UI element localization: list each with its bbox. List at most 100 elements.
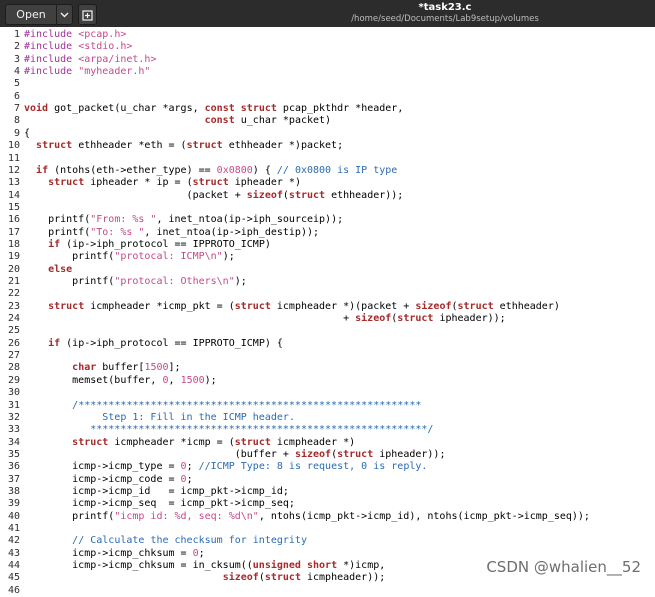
code-line[interactable]: 31 /************************************…: [0, 400, 655, 412]
line-number: 32: [7, 411, 20, 423]
code-text: memset(buffer, 0, 1500);: [24, 374, 217, 386]
code-text: icmp->icmp_id = icmp_pkt->icmp_id;: [24, 485, 289, 497]
code-line[interactable]: 16 printf("From: %s ", inet_ntoa(ip->iph…: [0, 214, 655, 226]
line-number: 29: [7, 374, 20, 386]
code-text: (packet + sizeof(struct ethheader));: [24, 189, 404, 201]
code-line[interactable]: 41: [0, 523, 655, 535]
code-editor[interactable]: 1 #include <pcap.h> 2 #include <stdio.h> 3 #i…: [0, 28, 655, 596]
line-number: 3: [13, 53, 20, 65]
code-line[interactable]: 35 (buffer + sizeof(struct ipheader));: [0, 449, 655, 461]
code-line[interactable]: 6: [0, 91, 655, 103]
code-line[interactable]: 13 struct ipheader * ip = (struct iphead…: [0, 177, 655, 189]
code-text: (buffer + sizeof(struct ipheader));: [24, 448, 446, 460]
code-line[interactable]: 33 *************************************…: [0, 424, 655, 436]
code-line[interactable]: 40 printf("icmp id: %d, seq: %d\n", ntoh…: [0, 511, 655, 523]
code-line[interactable]: 30: [0, 387, 655, 399]
code-line[interactable]: 34 struct icmpheader *icmp = (struct icm…: [0, 437, 655, 449]
code-text: icmp->icmp_chksum = 0;: [24, 547, 205, 559]
line-number: 23: [7, 300, 20, 312]
code-line[interactable]: 21 printf("protocal: Others\n");: [0, 276, 655, 288]
line-number: 11: [7, 152, 20, 164]
code-line[interactable]: 37 icmp->icmp_code = 0;: [0, 474, 655, 486]
line-number: 25: [7, 325, 20, 337]
code-text: #include "myheader.h": [24, 66, 151, 78]
line-number: 13: [7, 177, 20, 189]
line-number: 33: [7, 424, 20, 436]
code-line[interactable]: 42 // Calculate the checksum for integri…: [0, 535, 655, 547]
code-line[interactable]: 3 #include <arpa/inet.h>: [0, 54, 655, 66]
line-number: 12: [7, 164, 20, 176]
code-text: /***************************************…: [72, 399, 422, 411]
line-number: 1: [13, 29, 20, 40]
line-number: 4: [13, 66, 20, 78]
code-line[interactable]: 36 icmp->icmp_type = 0; //ICMP Type: 8 i…: [0, 461, 655, 473]
line-number: 40: [7, 510, 20, 522]
code-line[interactable]: 26 if (ip->iph_protocol == IPPROTO_ICMP)…: [0, 338, 655, 350]
line-number: 2: [13, 41, 20, 53]
line-number: 37: [7, 473, 20, 485]
code-line[interactable]: 9{: [0, 128, 655, 140]
code-text: printf("To: %s ", inet_ntoa(ip->iph_dest…: [24, 226, 320, 238]
line-number: 18: [7, 238, 20, 250]
code-text: void got_packet(u_char *args, const stru…: [24, 103, 404, 115]
line-number: 42: [7, 535, 20, 547]
code-line[interactable]: 39 icmp->icmp_seq = icmp_pkt->icmp_seq;: [0, 498, 655, 510]
code-line[interactable]: 19 printf("protocal: ICMP\n");: [0, 251, 655, 263]
code-line[interactable]: 18 if (ip->iph_protocol == IPPROTO_ICMP): [0, 239, 655, 251]
code-line[interactable]: 7 void got_packet(u_char *args, const str…: [0, 103, 655, 115]
line-number: 9: [13, 127, 20, 139]
title-bar: Open *task23.c /home/seed/Documents/Lab9…: [0, 0, 655, 27]
line-number: 35: [7, 448, 20, 460]
line-number: 8: [13, 115, 20, 127]
code-text: printf("From: %s ", inet_ntoa(ip->iph_so…: [24, 214, 344, 226]
code-line[interactable]: 24 + sizeof(struct ipheader));: [0, 313, 655, 325]
code-line[interactable]: 20 else: [0, 264, 655, 276]
code-text: icmp->icmp_type = 0; //ICMP Type: 8 is r…: [24, 461, 428, 473]
line-number: 15: [7, 201, 20, 213]
code-line[interactable]: 23 struct icmpheader *icmp_pkt = (struct…: [0, 301, 655, 313]
code-line[interactable]: 15: [0, 202, 655, 214]
code-text: #include <stdio.h>: [24, 41, 133, 53]
code-line[interactable]: 8 const u_char *packet): [0, 115, 655, 127]
code-text: icmp->icmp_chksum = in_cksum((unsigned s…: [24, 560, 386, 572]
code-line[interactable]: 1 #include <pcap.h>: [0, 29, 655, 41]
new-document-button[interactable]: [78, 4, 97, 25]
code-line[interactable]: 29 memset(buffer, 0, 1500);: [0, 375, 655, 387]
code-line[interactable]: 5: [0, 78, 655, 90]
code-text: + sizeof(struct ipheader));: [24, 313, 506, 325]
code-line[interactable]: 14 (packet + sizeof(struct ethheader));: [0, 190, 655, 202]
code-line[interactable]: 12 if (ntohs(eth->ether_type) == 0x0800)…: [0, 165, 655, 177]
code-text: if (ip->iph_protocol == IPPROTO_ICMP): [48, 238, 271, 250]
code-line[interactable]: 46: [0, 585, 655, 597]
code-text: printf("icmp id: %d, seq: %d\n", ntohs(i…: [24, 510, 590, 522]
code-line[interactable]: 17 printf("To: %s ", inet_ntoa(ip->iph_d…: [0, 227, 655, 239]
code-line[interactable]: 38 icmp->icmp_id = icmp_pkt->icmp_id;: [0, 486, 655, 498]
code-text: else: [48, 263, 73, 275]
line-number: 20: [7, 263, 20, 275]
line-number: 24: [7, 313, 20, 325]
code-line[interactable]: 25: [0, 325, 655, 337]
code-line[interactable]: 11: [0, 153, 655, 165]
line-number: 36: [7, 461, 20, 473]
code-line[interactable]: 28 char buffer[1500];: [0, 362, 655, 374]
code-line[interactable]: 10 struct ethheader *eth = (struct ethhe…: [0, 140, 655, 152]
open-button[interactable]: Open: [5, 4, 57, 25]
line-number: 14: [7, 189, 20, 201]
line-number: 10: [7, 140, 20, 152]
code-text: Step 1: Fill in the ICMP header.: [24, 411, 295, 423]
line-number: 31: [7, 399, 20, 411]
code-text: ****************************************…: [24, 424, 434, 436]
code-text: #include <pcap.h>: [24, 29, 127, 40]
line-number: 19: [7, 251, 20, 263]
code-line[interactable]: 4 #include "myheader.h": [0, 66, 655, 78]
document-path: /home/seed/Documents/Lab9setup/volumes: [351, 14, 539, 24]
open-menu-button[interactable]: [56, 4, 73, 25]
code-text: char buffer[1500];: [72, 362, 181, 374]
code-line[interactable]: 27: [0, 350, 655, 362]
code-line[interactable]: 2 #include <stdio.h>: [0, 41, 655, 53]
code-line[interactable]: 32 Step 1: Fill in the ICMP header.: [0, 412, 655, 424]
code-line[interactable]: 22: [0, 288, 655, 300]
line-number: 28: [7, 362, 20, 374]
code-text: icmp->icmp_seq = icmp_pkt->icmp_seq;: [24, 498, 295, 510]
code-text: printf("protocal: Others\n");: [24, 276, 247, 287]
